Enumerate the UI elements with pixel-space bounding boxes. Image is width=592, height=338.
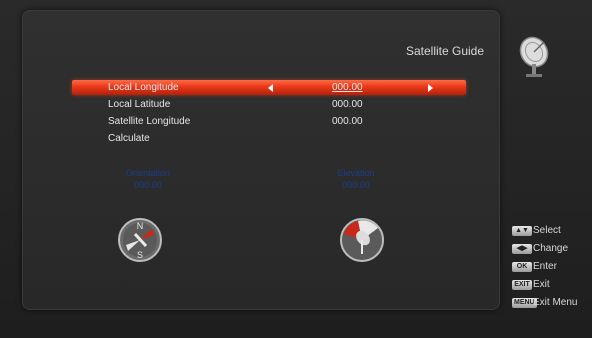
svg-text:S: S <box>137 250 143 260</box>
legend-item-select: ▲▼ Select <box>512 225 592 243</box>
up-down-key-icon: ▲▼ <box>512 226 532 236</box>
menu-item-label: Calculate <box>108 133 150 144</box>
legend-item-change: ◀▶ Change <box>512 243 592 261</box>
menu-item-local-longitude[interactable]: Local Longitude 000.00 <box>72 80 466 95</box>
menu-item-local-latitude[interactable]: Local Latitude 000.00 <box>72 97 466 112</box>
menu-item-satellite-longitude[interactable]: Satellite Longitude 000.00 <box>72 114 466 129</box>
left-right-key-icon: ◀▶ <box>512 244 532 254</box>
screen-background: Satellite Guide Local Longitude 000.00 L… <box>0 0 592 338</box>
legend-label: Exit <box>533 279 550 290</box>
menu-item-label: Local Longitude <box>108 82 179 93</box>
menu-item-value: 000.00 <box>332 116 363 127</box>
legend-label: Change <box>533 243 569 254</box>
orientation-label: Orientation <box>125 168 171 178</box>
page-title: Satellite Guide <box>405 44 485 58</box>
arrow-right-icon[interactable] <box>428 84 433 92</box>
svg-text:N: N <box>137 221 144 231</box>
legend-label: Exit Menu <box>533 297 578 308</box>
orientation-value: 000.00 <box>134 180 162 190</box>
legend-item-enter: OK Enter <box>512 261 592 279</box>
arrow-left-icon[interactable] <box>268 84 273 92</box>
legend-label: Enter <box>533 261 557 272</box>
remote-key-legend: ▲▼ Select ◀▶ Change OK Enter EXIT Exit M… <box>512 225 592 315</box>
ok-key-icon: OK <box>512 262 532 272</box>
legend-label: Select <box>533 225 561 236</box>
menu-item-value: 000.00 <box>332 99 363 110</box>
legend-item-exit: EXIT Exit <box>512 279 592 297</box>
menu-item-value: 000.00 <box>332 82 363 93</box>
menu-item-label: Satellite Longitude <box>108 116 191 127</box>
elevation-icon <box>340 218 384 262</box>
legend-item-exit-menu: MENU Exit Menu <box>512 297 592 315</box>
elevation-value: 000.00 <box>342 180 370 190</box>
elevation-label: Elevation <box>337 168 375 178</box>
exit-key-icon: EXIT <box>512 280 532 290</box>
menu-item-label: Local Latitude <box>108 99 171 110</box>
menu-item-calculate[interactable]: Calculate <box>72 131 466 146</box>
compass-icon: N S <box>118 218 162 262</box>
satellite-dish-icon <box>519 36 549 77</box>
